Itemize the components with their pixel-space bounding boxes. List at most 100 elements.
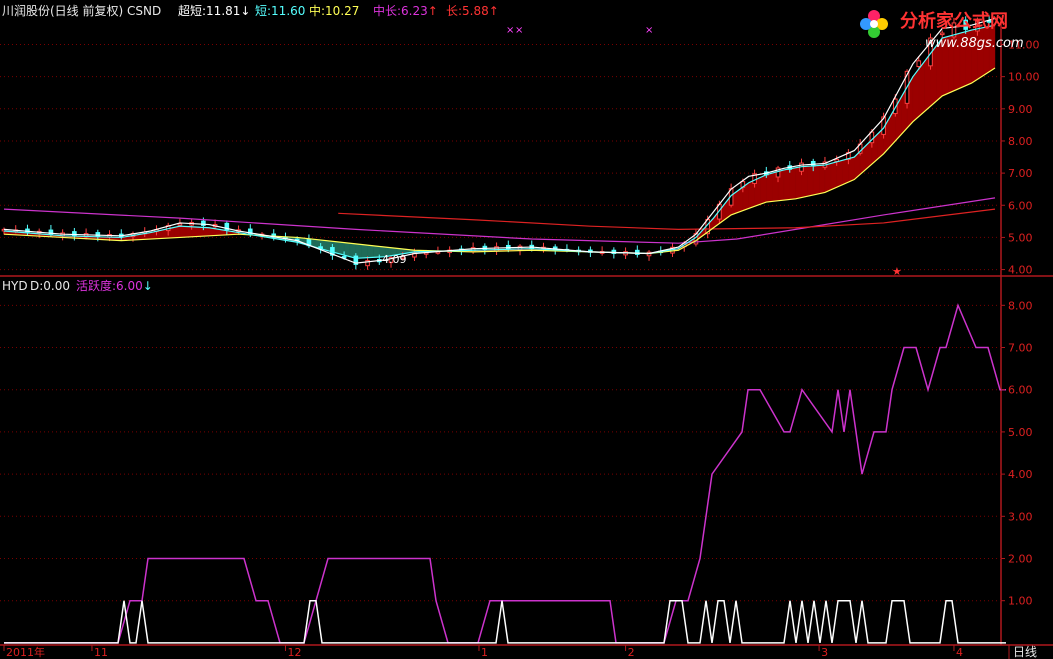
time-tick-label: 11 [94,646,108,659]
price-tick-label: 9.00 [1008,103,1033,116]
ribbon-segment [203,227,210,237]
hyd-label: 活跃度: [76,278,116,293]
ribbon-segment [842,158,849,185]
logo-url: www.88gs.com [925,36,1024,51]
hyd-tick-label: 5.00 [1008,426,1033,439]
svg-text:活跃度:6.00↓: 活跃度:6.00↓ [76,278,153,293]
price-tick-label: 8.00 [1008,135,1033,148]
chang-value: 5.88 [462,4,489,18]
candles [1,15,992,270]
stock-title: 川润股份(日线 前复权) CSND [2,3,161,18]
hyd-tick-label: 3.00 [1008,510,1033,523]
price-tick-label: 7.00 [1008,167,1033,180]
time-tick-label: 1 [481,646,488,659]
hyd-tick-label: 6.00 [1008,384,1033,397]
ribbon-segment [373,245,380,258]
stock-chart[interactable]: 4.00 5.00 6.00 7.00 8.00 9.00 10.00 1 1.00 1.00 2… [0,0,1053,659]
svg-text:中:10.27: 中:10.27 [309,3,359,18]
ribbon-segment [789,167,796,200]
ribbon-segment [918,60,925,117]
svg-text:长:5.88↑: 长:5.88↑ [446,4,499,18]
star-marker: ★ [892,265,902,278]
candle-body [634,249,640,255]
candle-body [72,231,77,237]
indicator-name: HYD [2,279,28,293]
zhongchang-label: 中长: [373,3,401,18]
hyd-tick-label: 8.00 [1008,299,1033,312]
hyd-axis-labels: 1.00 2.00 3.00 4.00 5.00 6.00 7.00 8.00 [1001,299,1033,608]
ribbon-segment [783,168,790,201]
svg-text:川润股份(日线 前复权) CSND: 川润股份(日线 前复权) CSND [2,3,161,18]
price-tick-label: 6.00 [1008,199,1033,212]
hyd-tick-label: 4.00 [1008,468,1033,481]
ma-line [3,24,996,259]
ribbon-segment [848,156,855,183]
duan-value: 11.60 [271,4,305,18]
price-tick-label: 4.00 [1008,264,1033,277]
ribbon-segment [197,226,204,237]
signal-marker: × [645,25,653,36]
ribbon-segment [343,242,351,257]
flower-icon [860,10,888,38]
candle-body [939,32,945,36]
hyd-tick-label: 2.00 [1008,552,1033,565]
price-tick-label: 10.00 [1008,71,1040,84]
zhongchang-arrow: ↑ [428,4,438,18]
ribbon-segment [179,225,186,238]
ribbon-segment [185,226,192,238]
ribbon-segment [912,68,919,123]
hyd-tick-label: 1.00 [1008,595,1033,608]
ribbon-segment [191,226,198,237]
hyd-grid [0,304,1001,602]
low-price-label: 4.09 [382,253,407,266]
ma-line [338,208,996,230]
signal-marker: × [506,25,514,36]
hyd-value: 6.00 [116,279,143,293]
time-axis-labels: 2011年 11 12 1 2 3 4 [3,645,963,659]
hyd-tick-label: 7.00 [1008,342,1033,355]
time-tick-label: 4 [956,646,963,659]
time-tick-label: 3 [821,646,828,659]
ribbon-segment [818,164,826,194]
chaoduan-arrow: ↓ [240,4,250,18]
zhong-label: 中: [309,3,325,18]
chaoduan-value: 11.81 [206,4,240,18]
candle-body [177,223,183,226]
duan-label: 短: [255,4,271,18]
ribbon-segment [807,165,814,197]
ribbon-segment [813,165,820,196]
candle-body [916,60,922,68]
signal-marker: × [515,25,523,36]
ribbon-segment [830,161,837,191]
ribbon-segment [173,225,181,238]
time-tick-label: 2 [628,646,635,659]
zhong-value: 10.27 [325,4,359,18]
ma-ribbon [3,24,996,259]
ribbon-segment [760,174,767,205]
ribbon-segment [361,244,368,259]
svg-text:D:0.00: D:0.00 [30,279,70,293]
d-line [4,599,1006,644]
svg-text:超短:11.81↓: 超短:11.81↓ [178,3,250,18]
logo-text: 分析家公式网 [900,10,1008,32]
ribbon-segment [766,172,773,203]
hyd-arrow: ↓ [143,279,153,293]
d-label: D: [30,279,43,293]
svg-text:短:11.60: 短:11.60 [255,4,305,18]
ribbon-segment [836,159,843,188]
time-tick-label: 2011年 [6,645,45,659]
candle-body [494,246,499,252]
chang-label: 长: [446,4,462,18]
ribbon-segment [748,179,755,209]
timeframe-label[interactable]: 日线 [1013,645,1037,659]
time-tick-label: 12 [287,646,301,659]
price-tick-label: 5.00 [1008,231,1033,244]
price-axis-labels: 4.005.006.007.008.009.0010.0011.00 [1001,39,1040,277]
d-value: 0.00 [43,279,70,293]
chang-arrow: ↑ [489,4,499,18]
svg-text:HYD: HYD [2,279,28,293]
ribbon-segment [367,244,374,258]
chaoduan-label: 超短: [178,3,206,18]
svg-text:中长:6.23↑: 中长:6.23↑ [373,3,438,18]
zhongchang-value: 6.23 [401,4,428,18]
